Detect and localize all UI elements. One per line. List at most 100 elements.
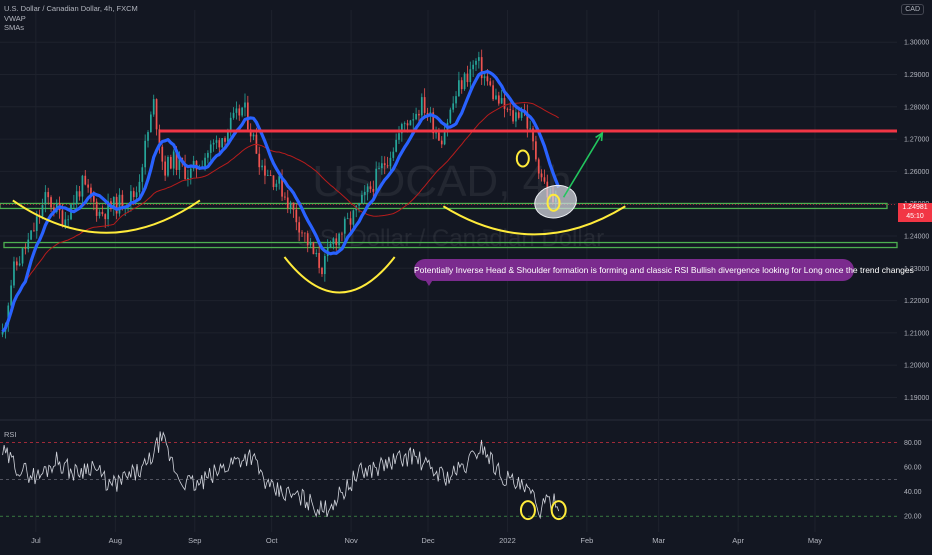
candle-body	[315, 252, 318, 255]
candle-body	[335, 238, 338, 246]
candle-body	[73, 203, 75, 205]
candle-body	[155, 99, 158, 130]
candle-body	[98, 211, 101, 216]
candle-body	[229, 117, 232, 132]
candle-body	[87, 184, 89, 188]
candle-body	[218, 140, 221, 148]
candle-body	[463, 73, 466, 90]
candle-body	[189, 168, 192, 178]
candle-body	[343, 218, 346, 234]
candle-body	[289, 202, 292, 209]
y-tick-label: 1.30000	[904, 40, 929, 47]
candle-body	[301, 232, 303, 234]
candle-body	[495, 95, 497, 100]
candle-body	[341, 233, 343, 235]
candle-body	[520, 111, 523, 118]
candle-body	[266, 175, 269, 177]
candle-body	[398, 133, 400, 140]
candle-body	[392, 151, 395, 158]
candle-body	[84, 175, 87, 185]
candle-body	[443, 131, 446, 145]
candle-body	[440, 140, 443, 145]
x-tick-label: Mar	[652, 536, 665, 545]
candle-body	[492, 85, 494, 100]
x-tick-label: Feb	[580, 536, 593, 545]
x-tick-label: Nov	[344, 536, 358, 545]
candle-body	[469, 69, 472, 83]
x-tick-label: Dec	[421, 536, 435, 545]
x-tick-label: Oct	[266, 536, 279, 545]
annotation-callout-tail	[424, 278, 434, 286]
candle-body	[272, 175, 275, 188]
candle-body	[477, 57, 480, 61]
y-tick-label: 1.28000	[904, 104, 929, 111]
candle-body	[500, 98, 503, 104]
last-price-label: 1.24981 45:10	[898, 203, 932, 222]
candle-body	[497, 95, 500, 104]
candle-body	[75, 191, 78, 204]
x-tick-label: Jul	[31, 536, 41, 545]
candle-body	[167, 156, 169, 176]
candle-body	[475, 60, 477, 65]
x-tick-label: 2022	[499, 536, 516, 545]
rsi-title: RSI	[4, 430, 17, 439]
candle-body	[455, 96, 457, 104]
rsi-tick-label: 60.00	[904, 465, 922, 472]
smas-indicator-label[interactable]: SMAs	[4, 23, 138, 33]
rsi-tick-label: 20.00	[904, 514, 922, 521]
x-tick-label: Apr	[732, 536, 744, 545]
candle-body	[537, 159, 540, 174]
candle-body	[298, 222, 301, 233]
candle-body	[386, 165, 389, 167]
candle-body	[435, 132, 437, 134]
candle-body	[244, 102, 246, 108]
candle-body	[284, 196, 286, 198]
annotation-callout[interactable]: Potentially Inverse Head & Shoulder form…	[414, 259, 914, 281]
candle-body	[24, 248, 27, 250]
candle-body	[352, 210, 355, 225]
candle-body	[207, 152, 209, 158]
candle-body	[21, 248, 24, 264]
candle-body	[458, 80, 460, 97]
candle-body	[18, 263, 21, 266]
rsi-tick-label: 80.00	[904, 440, 922, 447]
candle-body	[33, 230, 35, 232]
watermark-ticker: USDCAD, 4h	[312, 157, 571, 206]
candle-body	[420, 97, 423, 116]
last-price-value: 1.24981	[902, 204, 928, 211]
candle-body	[366, 186, 369, 192]
candle-body	[304, 232, 306, 234]
candle-body	[10, 285, 12, 306]
candle-body	[381, 163, 383, 169]
candle-body	[152, 99, 155, 115]
y-tick-label: 1.26000	[904, 169, 929, 176]
candle-body	[64, 219, 67, 226]
chart-legend: U.S. Dollar / Canadian Dollar, 4h, FXCM …	[4, 4, 138, 33]
candle-body	[452, 103, 455, 110]
candle-body	[323, 256, 326, 275]
candle-body	[221, 138, 224, 148]
candle-body	[363, 191, 366, 195]
candle-body	[238, 108, 241, 116]
candle-body	[212, 142, 215, 145]
candle-body	[295, 209, 298, 223]
candle-body	[264, 165, 266, 176]
candle-body	[378, 168, 380, 169]
candle-body	[403, 123, 406, 125]
currency-badge[interactable]: CAD	[901, 4, 924, 15]
vwap-indicator-label[interactable]: VWAP	[4, 14, 138, 24]
chart-root[interactable]: USDCAD, 4h U.S. Dollar / Canadian Dollar …	[0, 0, 932, 550]
candle-body	[361, 194, 363, 204]
candle-body	[395, 139, 397, 152]
candle-body	[503, 98, 506, 109]
symbol-title: U.S. Dollar / Canadian Dollar, 4h, FXCM	[4, 4, 138, 13]
candle-body	[332, 238, 335, 244]
candle-body	[27, 239, 30, 250]
candle-body	[483, 76, 486, 79]
y-tick-label: 1.27000	[904, 137, 929, 144]
candle-body	[67, 219, 70, 221]
candle-body	[187, 177, 189, 179]
candle-body	[306, 233, 309, 246]
candle-body	[486, 76, 489, 82]
candle-body	[115, 196, 118, 214]
